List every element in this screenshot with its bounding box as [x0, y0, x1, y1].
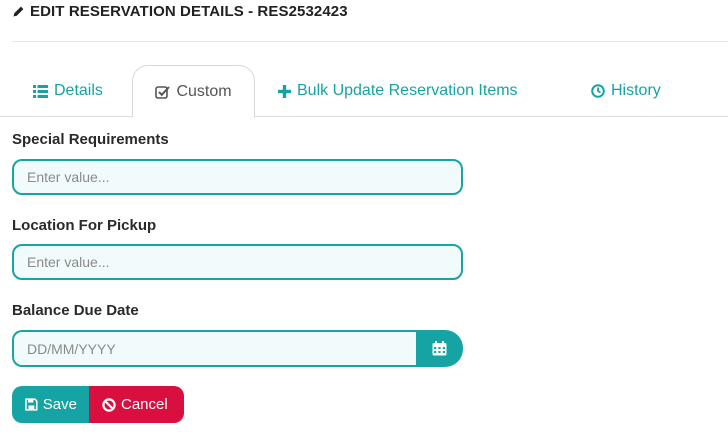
save-button[interactable]: Save	[12, 386, 89, 423]
cancel-button[interactable]: Cancel	[89, 386, 184, 423]
date-picker-button[interactable]	[416, 330, 463, 367]
list-icon	[33, 84, 48, 98]
tab-history[interactable]: History	[591, 65, 661, 117]
special-requirements-input[interactable]	[12, 159, 463, 195]
location-for-pickup-label: Location For Pickup	[12, 217, 157, 234]
floppy-disk-icon	[25, 398, 38, 411]
tab-bulk-update[interactable]: Bulk Update Reservation Items	[278, 65, 518, 117]
tab-custom-label: Custom	[176, 82, 232, 100]
tab-bar: Details Custom Bulk Update Reservation I…	[0, 65, 728, 118]
tab-history-label: History	[611, 82, 661, 99]
page-header: EDIT RESERVATION DETAILS - RES2532423	[12, 1, 348, 21]
pencil-icon	[13, 6, 24, 16]
balance-due-date-group	[12, 330, 463, 367]
cancel-button-label: Cancel	[121, 396, 168, 413]
page-title: EDIT RESERVATION DETAILS - RES2532423	[30, 2, 348, 20]
tab-bulk-update-label: Bulk Update Reservation Items	[297, 82, 518, 99]
checkbox-icon	[155, 85, 171, 99]
ban-icon	[102, 397, 116, 412]
plus-icon	[278, 84, 291, 98]
balance-due-date-label: Balance Due Date	[12, 302, 139, 319]
balance-due-date-input[interactable]	[12, 330, 416, 367]
location-for-pickup-input[interactable]	[12, 244, 463, 280]
tab-details[interactable]: Details	[33, 65, 103, 117]
special-requirements-label: Special Requirements	[12, 131, 169, 148]
tab-details-label: Details	[54, 82, 103, 99]
save-button-label: Save	[42, 396, 77, 413]
tab-custom[interactable]: Custom	[132, 65, 255, 118]
form-actions: Save Cancel	[12, 386, 184, 423]
calendar-icon	[432, 341, 447, 356]
header-divider	[12, 41, 728, 42]
clock-icon	[591, 84, 605, 98]
